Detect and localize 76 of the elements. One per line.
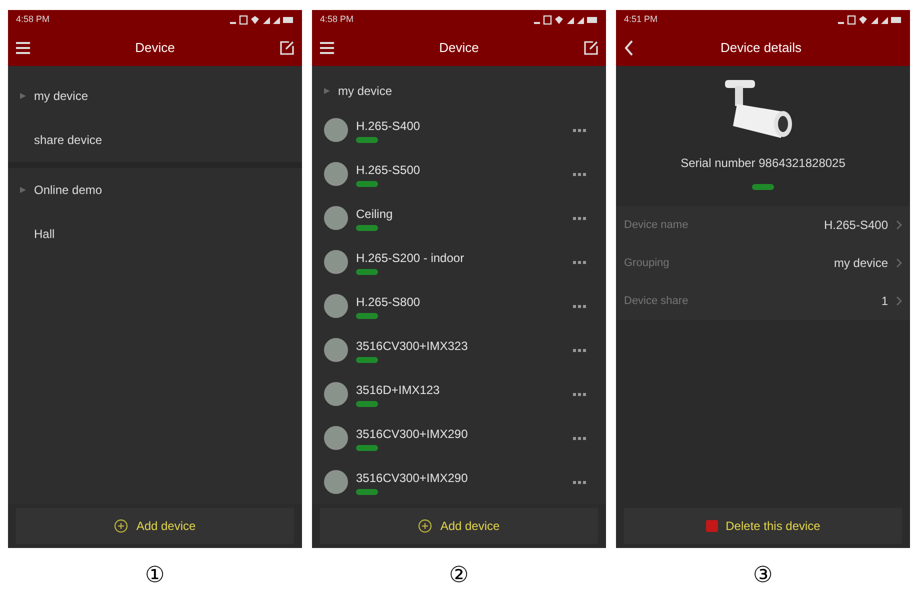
device-row[interactable]: 3516CV300+IMX323 [312, 328, 606, 372]
field-label: Device name [624, 218, 688, 233]
chevron-right-icon [896, 296, 902, 306]
device-row[interactable]: H.265-S400 [312, 108, 606, 152]
row-label: my device [34, 88, 88, 105]
screen-caption: ② [449, 564, 469, 586]
add-device-button[interactable]: Add device [16, 508, 294, 544]
detail-row[interactable]: Device share 1 [616, 282, 910, 320]
group-row[interactable]: my device [8, 74, 302, 118]
group-row[interactable]: Online demo [8, 168, 302, 212]
screen-title: Device [439, 39, 479, 58]
device-name: H.265-S400 [356, 118, 422, 135]
row-label: my device [338, 83, 392, 100]
plus-circle-icon [114, 519, 128, 533]
status-icons-drawing [838, 15, 902, 25]
chevron-right-icon [896, 258, 902, 268]
row-label: Hall [34, 226, 55, 243]
camera-thumbnail [324, 382, 348, 406]
device-name: H.265-S200 - indoor [356, 250, 466, 267]
field-label: Grouping [624, 256, 670, 271]
status-time: 4:58 PM [320, 13, 354, 26]
device-row[interactable]: 3516CV300+IMX290 [312, 460, 606, 504]
screen-caption: ① [145, 564, 165, 586]
field-value: H.265-S400 [824, 217, 888, 234]
device-name: 3516CV300+IMX323 [356, 338, 469, 355]
list-row[interactable]: share device [8, 118, 302, 162]
camera-thumbnail [324, 162, 348, 186]
serial-number: Serial number 9864321828025 [680, 155, 846, 172]
add-device-button[interactable]: Add device [320, 508, 598, 544]
device-row[interactable]: H.265-S800 [312, 284, 606, 328]
status-time: 4:58 PM [16, 13, 50, 26]
delete-device-button[interactable]: Delete this device [624, 508, 902, 544]
device-name: 3516D+IMX123 [356, 382, 441, 399]
device-row[interactable]: H.265-S200 - indoor [312, 240, 606, 284]
device-row[interactable]: Ceiling [312, 196, 606, 240]
camera-thumbnail [324, 470, 348, 494]
screen-title: Device [135, 39, 175, 58]
camera-thumbnail [324, 250, 348, 274]
field-value: 1 [881, 293, 888, 310]
field-label: Device share [624, 294, 688, 309]
row-label: Online demo [34, 182, 102, 199]
plus-circle-icon [418, 519, 432, 533]
status-icons-drawing [534, 15, 598, 25]
screen-title: Device details [720, 39, 802, 58]
expand-triangle-icon [20, 187, 26, 193]
screen-caption: ③ [753, 564, 773, 586]
device-name: Ceiling [356, 206, 394, 223]
row-label: share device [34, 132, 102, 149]
status-icons-drawing [230, 15, 294, 25]
device-name: 3516CV300+IMX290 [356, 470, 469, 487]
list-row[interactable]: Hall [8, 212, 302, 256]
device-row[interactable]: 3516D+IMX123 [312, 372, 606, 416]
status-time: 4:51 PM [624, 13, 658, 26]
expand-triangle-icon [20, 93, 26, 99]
camera-thumbnail [324, 118, 348, 142]
back-icon[interactable] [624, 40, 634, 56]
edit-icon[interactable] [280, 41, 294, 55]
group-row[interactable]: my device [312, 74, 606, 108]
device-name: 3516CV300+IMX290 [356, 426, 469, 443]
delete-icon [706, 520, 718, 532]
device-name: H.265-S500 [356, 162, 422, 179]
camera-thumbnail [324, 338, 348, 362]
camera-thumbnail [324, 206, 348, 230]
edit-icon[interactable] [584, 41, 598, 55]
camera-thumbnail [324, 294, 348, 318]
device-row[interactable]: H.265-S500 [312, 152, 606, 196]
menu-icon[interactable] [320, 42, 334, 54]
chevron-right-icon [896, 220, 902, 230]
device-name: H.265-S800 [356, 294, 422, 311]
camera-thumbnail [324, 426, 348, 450]
detail-row[interactable]: Grouping my device [616, 244, 910, 282]
menu-icon[interactable] [16, 42, 30, 54]
field-value: my device [834, 255, 888, 272]
detail-row[interactable]: Device name H.265-S400 [616, 206, 910, 244]
expand-triangle-icon [324, 88, 330, 94]
device-row[interactable]: 3516CV300+IMX290 [312, 416, 606, 460]
